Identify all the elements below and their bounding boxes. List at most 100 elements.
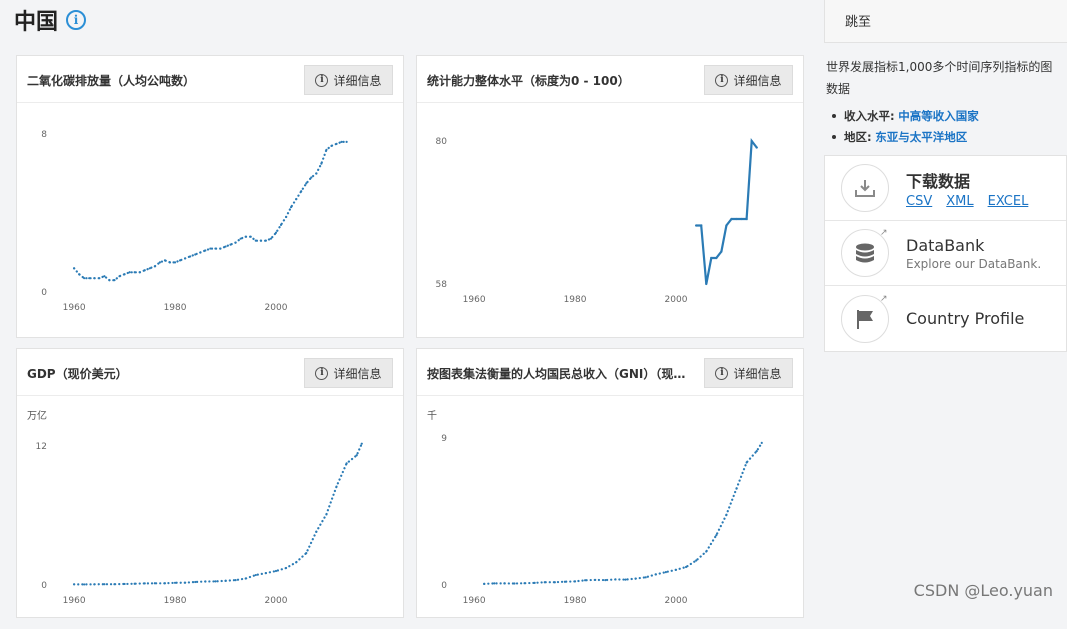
data-point bbox=[153, 582, 156, 585]
data-point bbox=[93, 583, 96, 586]
data-point bbox=[345, 140, 348, 143]
chart-card-gni: 按图表集法衡量的人均国民总收入（GNI）（现价美元） i 详细信息 千 9 0 19… bbox=[416, 348, 804, 618]
data-point bbox=[644, 576, 647, 579]
data-point bbox=[634, 577, 637, 580]
data-point bbox=[654, 573, 657, 576]
data-point bbox=[214, 247, 217, 250]
page-title: 中国 bbox=[14, 10, 59, 35]
data-point bbox=[310, 176, 313, 179]
data-point bbox=[143, 582, 146, 585]
y-tick-label: 0 bbox=[441, 581, 447, 591]
data-point bbox=[123, 273, 126, 276]
data-point bbox=[710, 256, 713, 260]
data-point bbox=[83, 583, 86, 586]
data-point bbox=[173, 581, 177, 584]
data-point bbox=[740, 217, 743, 221]
databank-subtitle: Explore our DataBank. bbox=[906, 256, 1042, 271]
data-point bbox=[543, 581, 546, 584]
data-point bbox=[219, 247, 222, 250]
series-line bbox=[695, 138, 758, 285]
xml-link[interactable]: XML bbox=[946, 194, 973, 209]
country-profile-row[interactable]: ↗ Country Profile bbox=[825, 286, 1066, 351]
income-level-item: 收入水平: 中高等收入国家 bbox=[826, 108, 1067, 124]
profile-text: Country Profile bbox=[906, 309, 1024, 328]
card-header: GDP（现价美元） i 详细信息 bbox=[17, 349, 403, 396]
data-point bbox=[279, 223, 283, 226]
data-point bbox=[720, 250, 723, 253]
region-label: 地区: bbox=[844, 130, 872, 144]
data-point bbox=[340, 140, 343, 143]
data-point bbox=[755, 449, 758, 453]
details-button[interactable]: i 详细信息 bbox=[704, 65, 793, 95]
details-button[interactable]: i 详细信息 bbox=[704, 358, 793, 388]
info-icon[interactable]: i bbox=[66, 10, 87, 30]
data-point bbox=[584, 579, 587, 582]
data-point bbox=[224, 579, 227, 582]
data-point bbox=[83, 277, 86, 280]
data-point bbox=[163, 582, 167, 585]
databank-text: DataBank Explore our DataBank. bbox=[906, 236, 1041, 271]
y-tick-label: 12 bbox=[36, 442, 47, 452]
details-label: 详细信息 bbox=[333, 366, 382, 381]
data-point bbox=[204, 580, 207, 583]
data-point bbox=[533, 581, 536, 584]
income-level-link[interactable]: 中高等收入国家 bbox=[898, 108, 979, 124]
csv-link[interactable]: CSV bbox=[906, 194, 932, 209]
data-point bbox=[234, 579, 237, 582]
data-point bbox=[594, 578, 597, 582]
watermark: CSDN @Leo.yuan bbox=[913, 581, 1053, 600]
y-tick-label: 8 bbox=[41, 130, 47, 140]
details-button[interactable]: i 详细信息 bbox=[304, 358, 393, 388]
data-point bbox=[244, 235, 247, 238]
data-point bbox=[138, 271, 141, 274]
data-point bbox=[360, 442, 363, 445]
data-point bbox=[315, 172, 318, 175]
data-point bbox=[184, 581, 187, 584]
x-tick-label: 1980 bbox=[164, 596, 187, 606]
chart-card-statcap: 统计能力整体水平（标度为0 - 100） i 详细信息 80 58 1960 1980… bbox=[416, 55, 804, 338]
data-point bbox=[750, 139, 753, 143]
x-tick-label: 1960 bbox=[63, 596, 86, 606]
databank-row[interactable]: ↗ DataBank Explore our DataBank. bbox=[825, 221, 1066, 286]
jump-to-dropdown[interactable]: 跳至 bbox=[824, 0, 1067, 43]
country-profile-title: Country Profile bbox=[906, 309, 1025, 328]
data-point bbox=[163, 259, 167, 262]
data-point bbox=[664, 570, 667, 574]
data-point bbox=[300, 190, 303, 193]
page-header: 中国 i bbox=[14, 4, 87, 36]
data-point bbox=[153, 265, 156, 268]
data-point bbox=[143, 269, 146, 272]
series-line bbox=[72, 442, 363, 586]
data-point bbox=[214, 580, 217, 583]
y-tick-label: 80 bbox=[436, 137, 448, 147]
data-point bbox=[128, 271, 131, 274]
data-point bbox=[98, 277, 101, 280]
card-title: 统计能力整体水平（标度为0 - 100） bbox=[427, 74, 630, 88]
details-label: 详细信息 bbox=[733, 366, 782, 381]
data-point bbox=[189, 255, 192, 258]
data-point bbox=[224, 245, 227, 248]
info-icon: i bbox=[715, 73, 729, 87]
data-point bbox=[113, 279, 116, 282]
data-point bbox=[199, 251, 202, 254]
statcap-line-chart: 80 58 1960 1980 2000 bbox=[436, 137, 758, 305]
details-button[interactable]: i 详细信息 bbox=[304, 65, 393, 95]
region-link[interactable]: 东亚与太平洋地区 bbox=[875, 129, 967, 145]
x-tick-label: 2000 bbox=[265, 596, 288, 606]
gni-line-chart: 9 0 1960 1980 2000 bbox=[441, 434, 763, 606]
download-data-row: 下载数据 CSV XML EXCEL bbox=[825, 156, 1066, 221]
data-point bbox=[335, 485, 338, 488]
details-label: 详细信息 bbox=[333, 73, 382, 88]
data-point bbox=[259, 239, 262, 242]
data-point bbox=[305, 182, 308, 185]
series-line bbox=[483, 441, 763, 585]
data-point bbox=[624, 578, 627, 581]
card-header: 统计能力整体水平（标度为0 - 100） i 详细信息 bbox=[417, 56, 803, 103]
gdp-line-chart: 12 0 1960 1980 2000 bbox=[36, 442, 363, 606]
series-line bbox=[72, 140, 348, 282]
income-label: 收入水平: bbox=[844, 109, 895, 123]
data-point bbox=[325, 513, 328, 516]
data-point bbox=[563, 580, 567, 583]
data-point bbox=[730, 217, 733, 221]
excel-link[interactable]: EXCEL bbox=[988, 194, 1029, 209]
